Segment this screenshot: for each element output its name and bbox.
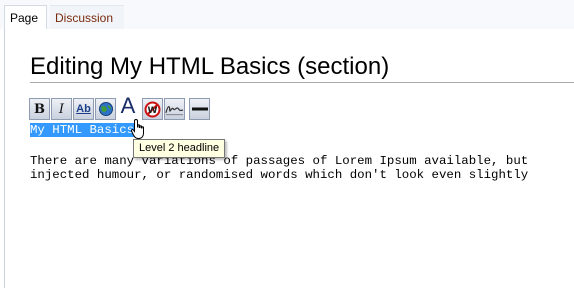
external-link-globe-icon: [98, 102, 113, 116]
bold-icon: B: [34, 101, 45, 117]
nowiki-icon: W: [144, 101, 161, 117]
page-title: Editing My HTML Basics (section): [30, 53, 390, 80]
selected-text: My HTML Basics: [30, 123, 135, 137]
external-link-button[interactable]: [95, 98, 116, 120]
tooltip: Level 2 headline: [133, 139, 226, 158]
italic-button[interactable]: I: [51, 98, 72, 120]
hand-cursor-icon: [130, 118, 144, 139]
svg-text:W: W: [148, 106, 158, 116]
bold-button[interactable]: B: [29, 98, 50, 120]
internal-link-button[interactable]: Ab: [73, 98, 94, 120]
horizontal-line-button[interactable]: [189, 98, 210, 120]
signature-icon: [165, 106, 184, 116]
tab-discussion[interactable]: Discussion: [50, 5, 124, 30]
horizontal-line-icon: [191, 107, 208, 111]
heading-divider: [30, 82, 574, 83]
editor-line[interactable]: There are many variations of passages of…: [30, 155, 528, 168]
headline-icon: A: [120, 93, 136, 118]
editor-line[interactable]: injected humour, or randomised words whi…: [30, 169, 528, 182]
tab-page[interactable]: Page: [4, 5, 47, 30]
internal-link-icon: Ab: [76, 103, 91, 115]
italic-icon: I: [58, 101, 65, 117]
headline-button[interactable]: A: [117, 93, 139, 118]
nowiki-button[interactable]: W: [142, 98, 163, 120]
editor-line[interactable]: My HTML Basics: [30, 123, 135, 137]
signature-button[interactable]: [164, 98, 185, 120]
